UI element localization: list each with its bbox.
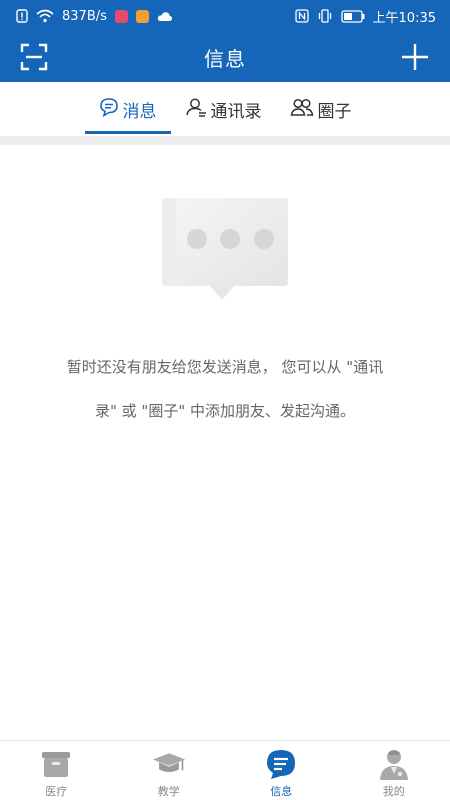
cloud-icon	[157, 11, 173, 22]
contact-icon	[185, 97, 207, 122]
network-speed: 837B/s	[62, 8, 107, 24]
tab-label: 通讯录	[210, 101, 262, 122]
chat-bubble-icon	[99, 97, 119, 122]
nfc-icon	[294, 9, 309, 23]
tab-bar: 消息 通讯录 圈子	[0, 82, 450, 136]
medical-box-icon	[38, 747, 74, 781]
empty-state-line: 暂时还没有朋友给您发送消息， 您可以从 "通讯	[66, 358, 384, 376]
vibrate-icon	[317, 9, 333, 23]
status-left: 837B/s	[16, 9, 173, 24]
clock: 上午10:35	[372, 10, 436, 26]
page-title: 信息	[204, 46, 246, 71]
status-right: 上午10:35	[294, 7, 436, 26]
tab-label: 圈子	[317, 101, 352, 122]
app-bar: 信息	[0, 32, 450, 82]
app-badge-icon	[135, 9, 149, 23]
empty-state-message: 暂时还没有朋友给您发送消息， 您可以从 "通讯 录" 或 "圈子" 中添加朋友、…	[30, 345, 420, 433]
plus-icon	[402, 44, 428, 70]
nav-profile[interactable]: 我的	[338, 741, 450, 800]
graduation-cap-icon	[151, 747, 187, 781]
battery-icon	[340, 9, 365, 23]
app-badge-icon	[114, 9, 128, 23]
nav-messages[interactable]: 信息	[225, 741, 338, 800]
nav-teaching[interactable]: 教学	[113, 741, 226, 800]
wifi-icon	[36, 9, 54, 23]
section-divider	[0, 136, 450, 145]
tab-circles[interactable]: 圈子	[276, 82, 366, 136]
nav-label: 我的	[382, 785, 405, 798]
empty-state-line: 录" 或 "圈子" 中添加朋友、发起沟通。	[94, 402, 355, 420]
nav-label: 医疗	[45, 785, 68, 798]
message-icon	[263, 747, 299, 781]
tab-contacts[interactable]: 通讯录	[171, 82, 276, 136]
status-bar: 837B/s 上午10:35	[0, 0, 450, 32]
doctor-avatar-icon	[376, 747, 412, 781]
nav-medical[interactable]: 医疗	[0, 741, 113, 800]
nav-label: 教学	[157, 785, 180, 798]
alert-icon	[16, 9, 28, 23]
tab-messages[interactable]: 消息	[84, 82, 171, 136]
empty-chat-illustration	[160, 196, 290, 306]
add-button[interactable]	[400, 42, 430, 72]
nav-label: 信息	[270, 785, 293, 798]
bottom-nav: 医疗 教学 信息 我的	[0, 740, 450, 800]
group-icon	[290, 97, 314, 122]
tab-label: 消息	[122, 101, 157, 122]
